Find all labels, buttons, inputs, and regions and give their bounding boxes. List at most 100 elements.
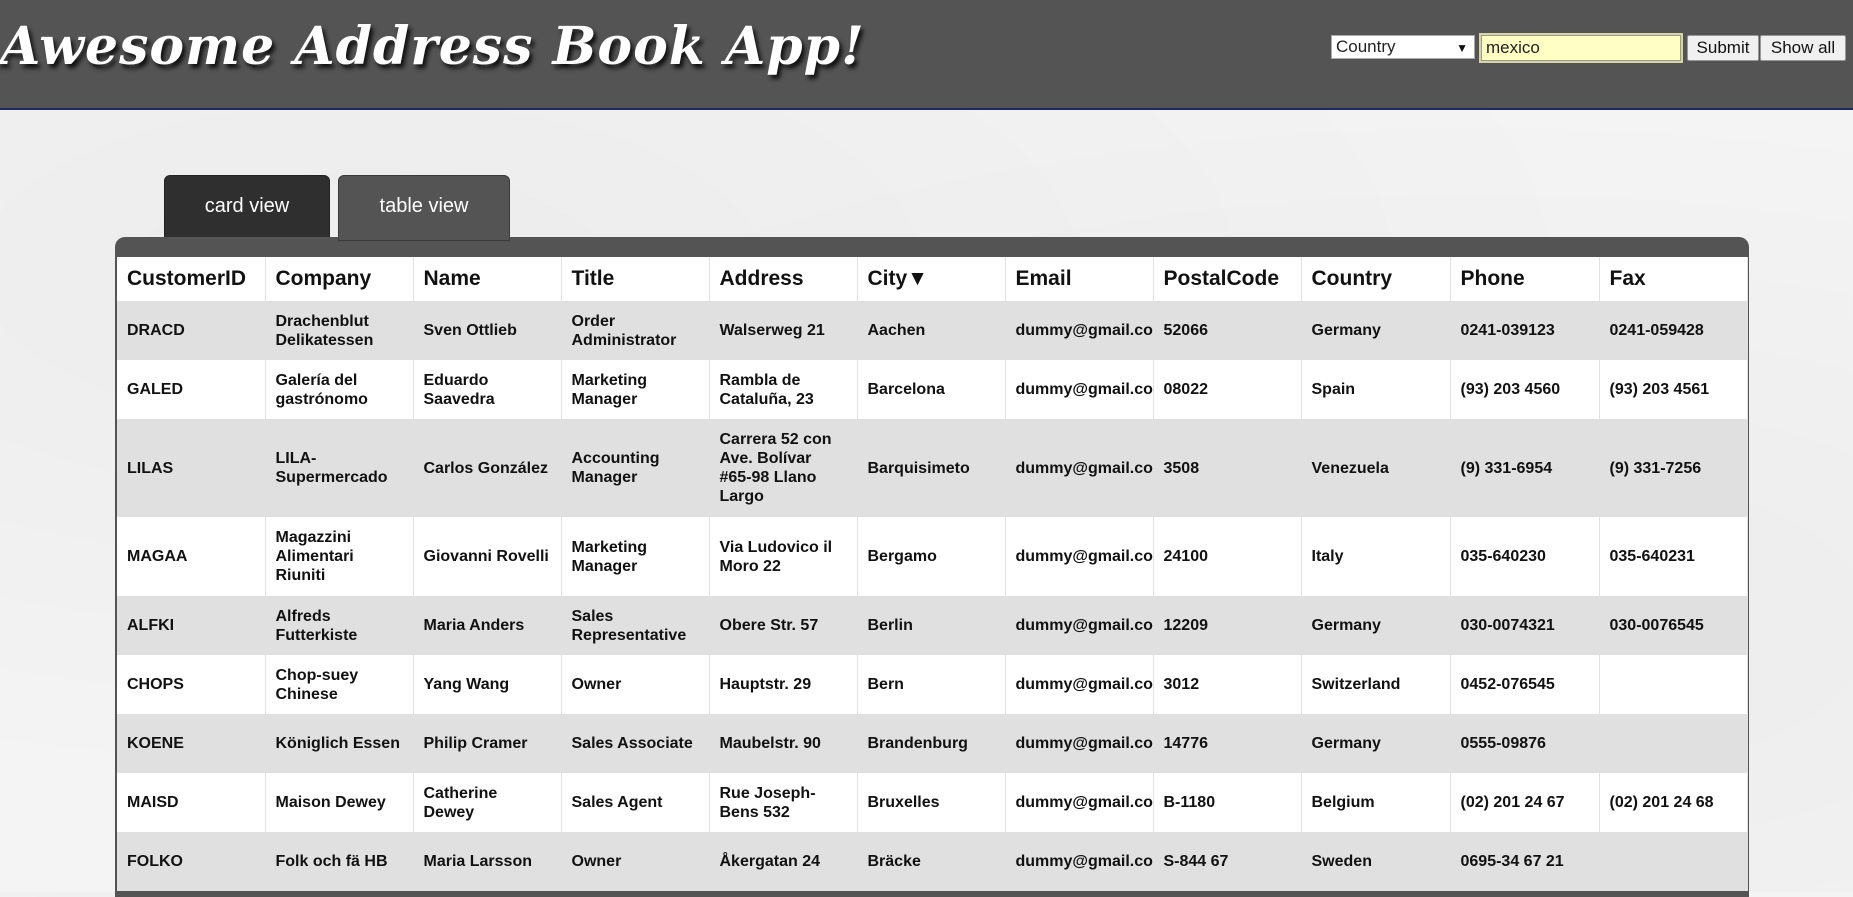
- cell-city: Brandenburg: [857, 714, 1006, 773]
- cell-email: dummy@gmail.com: [1005, 419, 1154, 517]
- cell-title: Marketing Manager: [561, 360, 710, 419]
- cell-email: dummy@gmail.com: [1005, 517, 1154, 596]
- table-row[interactable]: LILAS LILA-Supermercado Carlos González Acc…: [117, 419, 1748, 517]
- column-header-country[interactable]: Country: [1301, 257, 1451, 301]
- table-row[interactable]: MAGAA Magazzini Alimentari Riuniti Giovann…: [117, 517, 1748, 596]
- cell-postalcode: 08022: [1153, 360, 1302, 419]
- cell-company: Königlich Essen: [265, 714, 414, 773]
- cell-name: Sven Ottlieb: [413, 301, 562, 360]
- cell-country: Sweden: [1301, 832, 1451, 891]
- column-header-postalcode[interactable]: PostalCode: [1153, 257, 1302, 301]
- column-header-email[interactable]: Email: [1005, 257, 1154, 301]
- cell-name: Maria Anders: [413, 596, 562, 655]
- table-row[interactable]: KOENE Königlich Essen Philip Cramer Sales A…: [117, 714, 1748, 773]
- cell-email: dummy@gmail.com: [1005, 832, 1154, 891]
- cell-company: Maison Dewey: [265, 773, 414, 832]
- cell-title: Accounting Manager: [561, 419, 710, 517]
- cell-postalcode: 24100: [1153, 517, 1302, 596]
- tab-card-view[interactable]: card view: [164, 175, 330, 239]
- tab-table-view[interactable]: table view: [338, 175, 510, 241]
- cell-email: dummy@gmail.com: [1005, 655, 1154, 714]
- column-header-title[interactable]: Title: [561, 257, 710, 301]
- cell-email: dummy@gmail.com: [1005, 596, 1154, 655]
- cell-postalcode: 12209: [1153, 596, 1302, 655]
- table-row[interactable]: MAISD Maison Dewey Catherine Dewey Sales Ag…: [117, 773, 1748, 832]
- column-header-address[interactable]: Address: [709, 257, 858, 301]
- cell-company: Magazzini Alimentari Riuniti: [265, 517, 414, 596]
- cell-title: Order Administrator: [561, 301, 710, 360]
- cell-city: Barcelona: [857, 360, 1006, 419]
- cell-country: Germany: [1301, 596, 1451, 655]
- cell-fax: 0241-059428: [1599, 301, 1748, 360]
- cell-city: Bräcke: [857, 832, 1006, 891]
- cell-phone: (02) 201 24 67: [1450, 773, 1600, 832]
- cell-company: Folk och fä HB: [265, 832, 414, 891]
- cell-address: Rue Joseph-Bens 532: [709, 773, 858, 832]
- cell-customerid: LILAS: [117, 419, 266, 517]
- cell-phone: 0555-09876: [1450, 714, 1600, 773]
- cell-address: Carrera 52 con Ave. Bolívar #65-98 Llano…: [709, 419, 858, 517]
- cell-city: Bruxelles: [857, 773, 1006, 832]
- cell-customerid: MAGAA: [117, 517, 266, 596]
- cell-customerid: DRACD: [117, 301, 266, 360]
- cell-fax: (02) 201 24 68: [1599, 773, 1748, 832]
- chevron-down-icon: ▼: [1456, 41, 1468, 55]
- cell-title: Marketing Manager: [561, 517, 710, 596]
- cell-address: Maubelstr. 90: [709, 714, 858, 773]
- column-header-customerid[interactable]: CustomerID: [117, 257, 266, 301]
- submit-button[interactable]: Submit: [1687, 35, 1759, 61]
- column-header-phone[interactable]: Phone: [1450, 257, 1600, 301]
- cell-company: Galería del gastrónomo: [265, 360, 414, 419]
- cell-title: Sales Representative: [561, 596, 710, 655]
- search-field-select-value: Country: [1336, 37, 1396, 56]
- cell-title: Owner: [561, 832, 710, 891]
- cell-address: Rambla de Cataluña, 23: [709, 360, 858, 419]
- cell-country: Italy: [1301, 517, 1451, 596]
- column-header-name[interactable]: Name: [413, 257, 562, 301]
- table-header-row: CustomerID Company Name Title Address Ci…: [117, 257, 1748, 301]
- cell-company: Chop-suey Chinese: [265, 655, 414, 714]
- search-field-select[interactable]: Country ▼: [1331, 35, 1475, 59]
- cell-fax: [1599, 832, 1748, 891]
- table-row[interactable]: GALED Galería del gastrónomo Eduardo Saave…: [117, 360, 1748, 419]
- cell-name: Philip Cramer: [413, 714, 562, 773]
- column-header-city[interactable]: City▼: [857, 257, 1006, 301]
- cell-country: Switzerland: [1301, 655, 1451, 714]
- cell-country: Belgium: [1301, 773, 1451, 832]
- cell-fax: 030-0076545: [1599, 596, 1748, 655]
- cell-fax: (93) 203 4561: [1599, 360, 1748, 419]
- cell-city: Barquisimeto: [857, 419, 1006, 517]
- table-row[interactable]: FOLKO Folk och fä HB Maria Larsson Owner Åke…: [117, 832, 1748, 891]
- cell-phone: (9) 331-6954: [1450, 419, 1600, 517]
- table-row[interactable]: ALFKI Alfreds Futterkiste Maria Anders Sale…: [117, 596, 1748, 655]
- column-header-fax[interactable]: Fax: [1599, 257, 1748, 301]
- cell-postalcode: B-1180: [1153, 773, 1302, 832]
- cell-phone: 035-640230: [1450, 517, 1600, 596]
- cell-phone: (93) 203 4560: [1450, 360, 1600, 419]
- cell-name: Maria Larsson: [413, 832, 562, 891]
- column-header-company[interactable]: Company: [265, 257, 414, 301]
- search-input[interactable]: mexico: [1479, 33, 1683, 63]
- address-table: CustomerID Company Name Title Address Ci…: [117, 257, 1748, 891]
- cell-address: Walserweg 21: [709, 301, 858, 360]
- cell-city: Berlin: [857, 596, 1006, 655]
- cell-name: Eduardo Saavedra: [413, 360, 562, 419]
- cell-name: Catherine Dewey: [413, 773, 562, 832]
- cell-country: Germany: [1301, 301, 1451, 360]
- cell-fax: (9) 331-7256: [1599, 419, 1748, 517]
- cell-address: Åkergatan 24: [709, 832, 858, 891]
- cell-address: Hauptstr. 29: [709, 655, 858, 714]
- cell-city: Bergamo: [857, 517, 1006, 596]
- cell-company: LILA-Supermercado: [265, 419, 414, 517]
- table-row[interactable]: DRACD Drachenblut Delikatessen Sven Ottlie…: [117, 301, 1748, 360]
- cell-customerid: KOENE: [117, 714, 266, 773]
- table-body: DRACD Drachenblut Delikatessen Sven Ottlie…: [117, 301, 1748, 891]
- cell-customerid: MAISD: [117, 773, 266, 832]
- table-row[interactable]: CHOPS Chop-suey Chinese Yang Wang Owner Haup…: [117, 655, 1748, 714]
- cell-phone: 0695-34 67 21: [1450, 832, 1600, 891]
- cell-name: Yang Wang: [413, 655, 562, 714]
- cell-address: Obere Str. 57: [709, 596, 858, 655]
- show-all-button[interactable]: Show all: [1760, 35, 1846, 61]
- cell-title: Owner: [561, 655, 710, 714]
- cell-postalcode: 3012: [1153, 655, 1302, 714]
